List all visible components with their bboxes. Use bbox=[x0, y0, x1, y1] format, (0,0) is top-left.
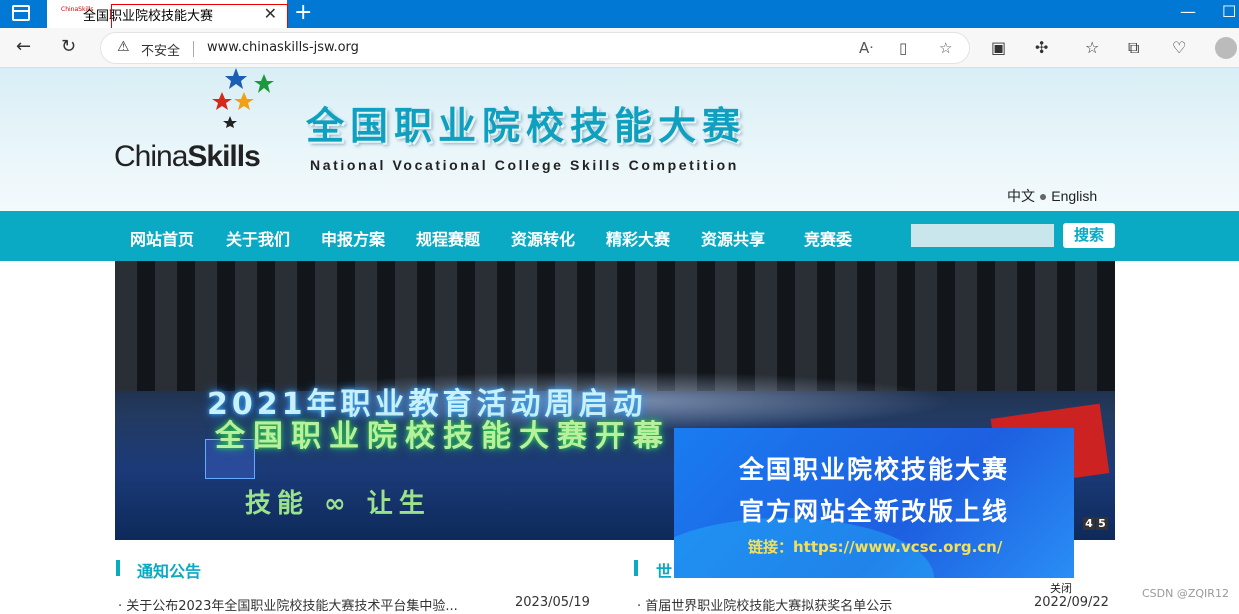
url-text[interactable]: www.chinaskills-jsw.org bbox=[207, 40, 359, 55]
extensions-icon[interactable]: ✣ bbox=[1035, 38, 1048, 57]
main-menu: 网站首页 关于我们 申报方案 规程赛题 资源转化 精彩大赛 资源共享 竞赛委 搜… bbox=[0, 211, 1239, 261]
site-subtitle: National Vocational College Skills Compe… bbox=[310, 157, 739, 173]
menu-item-home[interactable]: 网站首页 bbox=[130, 226, 194, 250]
section-marker bbox=[116, 560, 120, 576]
search-input[interactable] bbox=[911, 224, 1054, 247]
warning-icon[interactable]: ⚠ bbox=[117, 39, 130, 55]
banner-headline-2: 全国职业院校技能大赛开幕 bbox=[215, 419, 671, 454]
search-button[interactable]: 搜索 bbox=[1063, 223, 1115, 248]
announcement-popup[interactable]: 全国职业院校技能大赛 官方网站全新改版上线 链接：https://www.vcs… bbox=[674, 428, 1074, 578]
news-item-link[interactable]: · 关于公布2023年全国职业院校技能大赛技术平台集中验... bbox=[118, 595, 458, 614]
brand-bold-text: Skills bbox=[187, 140, 260, 173]
favicon-icon: ChinaSkills bbox=[61, 6, 94, 13]
menu-item-application[interactable]: 申报方案 bbox=[321, 226, 385, 250]
tab-strip: ChinaSkills 全国职业院校技能大赛 ✕ + — ☐ bbox=[0, 0, 1239, 31]
banner-slogan: 技能 ∞ 让生 bbox=[245, 489, 431, 519]
popup-line-1: 全国职业院校技能大赛 bbox=[738, 455, 1009, 484]
read-aloud-icon[interactable]: Aᐧ bbox=[859, 39, 873, 57]
minimize-button[interactable]: — bbox=[1180, 2, 1196, 21]
watermark: CSDN @ZQIR12 bbox=[1142, 587, 1229, 600]
brand-text: China bbox=[114, 140, 188, 173]
favorite-star-icon[interactable]: ☆ bbox=[939, 39, 952, 57]
popup-line-2: 官方网站全新改版上线 bbox=[738, 497, 1009, 526]
section-title-world[interactable]: 世 bbox=[656, 558, 672, 582]
security-status[interactable]: 不安全 bbox=[141, 40, 180, 59]
site-title: 全国职业院校技能大赛 bbox=[306, 104, 747, 148]
chinaskills-wordmark[interactable]: ChinaSkills bbox=[114, 140, 261, 174]
maximize-button[interactable]: ☐ bbox=[1222, 2, 1236, 21]
back-icon[interactable]: ← bbox=[16, 36, 31, 57]
language-switch: 中文 ● English bbox=[1007, 186, 1097, 206]
popup-link[interactable]: 链接：https://www.vcsc.org.cn/ bbox=[748, 536, 1002, 557]
section-marker bbox=[634, 560, 638, 576]
pager-item[interactable]: 4 bbox=[1083, 517, 1095, 530]
menu-item-rules[interactable]: 规程赛题 bbox=[416, 226, 480, 250]
lang-chinese[interactable]: 中文 bbox=[1007, 188, 1035, 204]
browser-essentials-icon[interactable]: ♡ bbox=[1172, 38, 1186, 57]
news-item-date: 2022/09/22 bbox=[1034, 595, 1109, 610]
collections-icon[interactable]: ⧉ bbox=[1128, 38, 1139, 58]
banner-pager: 45 bbox=[1082, 517, 1108, 530]
popup-close-button[interactable]: 关闭 bbox=[1050, 580, 1072, 596]
news-item-date: 2023/05/19 bbox=[515, 595, 590, 610]
globe-icon: ● bbox=[1038, 188, 1048, 204]
favorites-icon[interactable]: ☆ bbox=[1085, 38, 1099, 57]
menu-item-committee[interactable]: 竞赛委 bbox=[804, 226, 852, 250]
lang-english[interactable]: English bbox=[1051, 188, 1097, 204]
section-title-notices[interactable]: 通知公告 bbox=[137, 558, 201, 582]
menu-item-resource-transform[interactable]: 资源转化 bbox=[511, 226, 575, 250]
navigation-bar: ← ↻ ⚠ 不安全 www.chinaskills-jsw.org Aᐧ ▯ ☆… bbox=[0, 28, 1239, 68]
menu-item-about[interactable]: 关于我们 bbox=[226, 226, 290, 250]
profile-avatar[interactable] bbox=[1215, 37, 1237, 59]
refresh-icon[interactable]: ↻ bbox=[61, 36, 76, 57]
pager-item[interactable]: 5 bbox=[1096, 517, 1108, 530]
reader-view-icon[interactable]: ▯ bbox=[899, 39, 907, 57]
address-bar[interactable]: ⚠ 不安全 www.chinaskills-jsw.org Aᐧ ▯ ☆ bbox=[100, 32, 970, 64]
menu-item-highlights[interactable]: 精彩大赛 bbox=[606, 226, 670, 250]
window-menu-icon[interactable] bbox=[12, 5, 30, 21]
workspaces-icon[interactable]: ▣ bbox=[991, 38, 1006, 57]
new-tab-button[interactable]: + bbox=[294, 1, 312, 25]
news-item-link[interactable]: · 首届世界职业院校技能大赛拟获奖名单公示 bbox=[637, 595, 892, 614]
chinaskills-stars-logo bbox=[212, 68, 274, 128]
separator bbox=[193, 41, 194, 57]
menu-item-resource-share[interactable]: 资源共享 bbox=[701, 226, 765, 250]
